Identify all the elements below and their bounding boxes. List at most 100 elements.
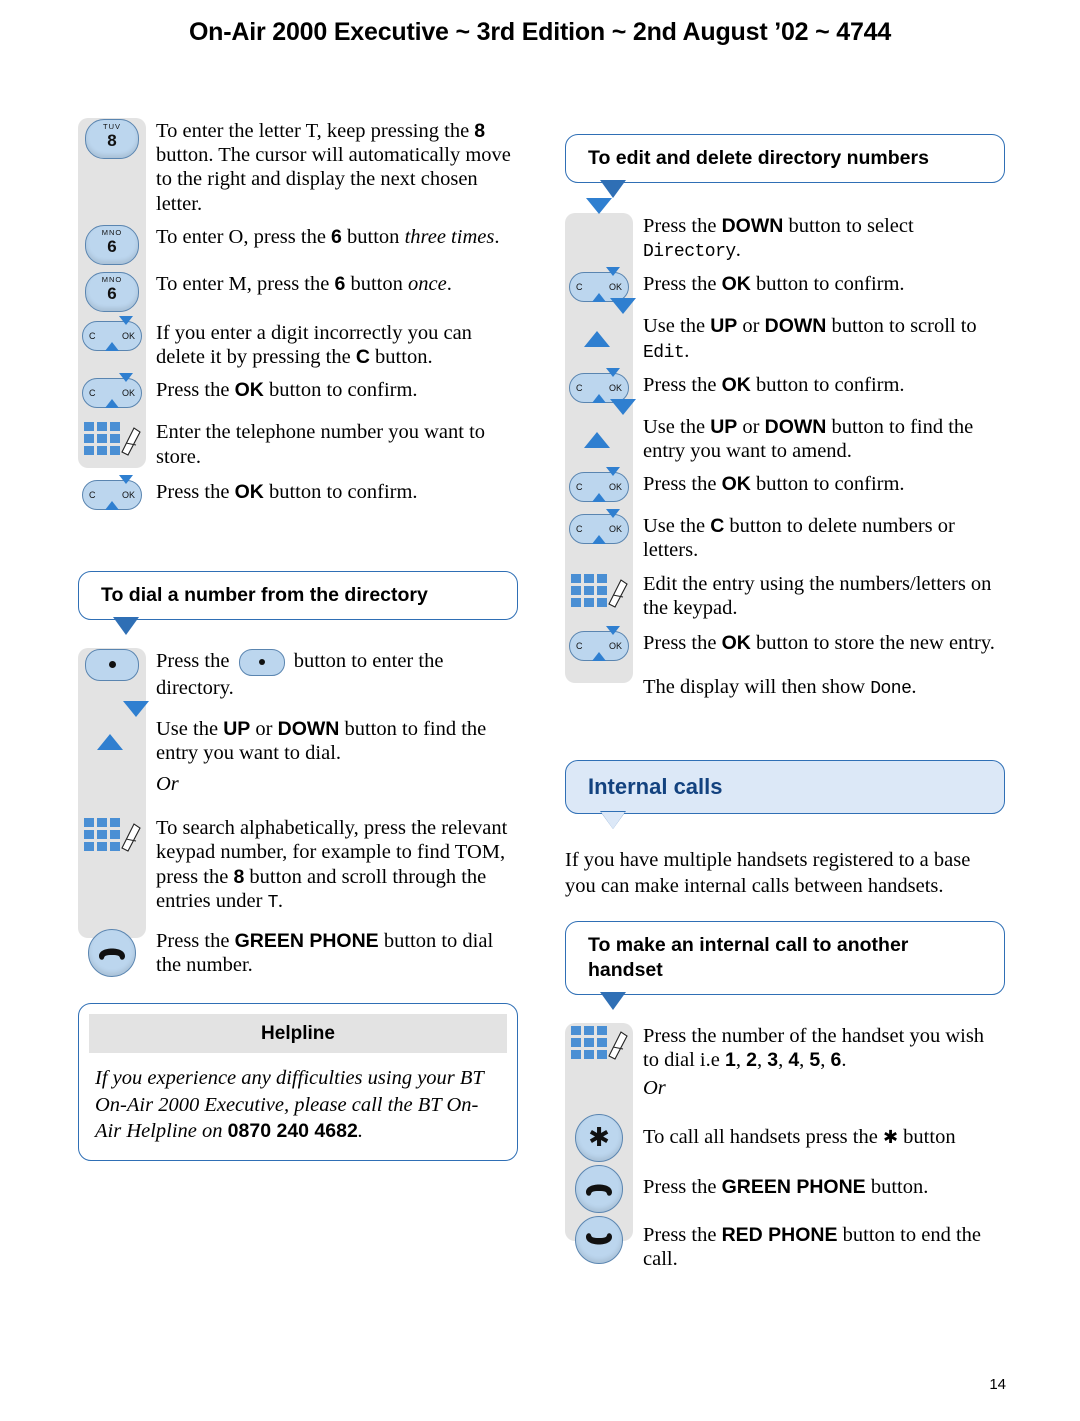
- key-8-number: 8: [107, 131, 117, 150]
- c-ok-key-icon[interactable]: C OK: [82, 316, 142, 351]
- up-down-arrows-icon: [105, 316, 133, 351]
- step-icon: [565, 298, 636, 348]
- banner-tail: [600, 179, 626, 198]
- list-item: Use the UP or DOWN button to scroll to E…: [565, 298, 1005, 363]
- up-down-arrows-icon: [592, 467, 620, 503]
- key-6-icon[interactable]: MNO 6: [85, 225, 139, 265]
- keypad-icon[interactable]: [571, 572, 628, 612]
- list-item: Or: [565, 1075, 1005, 1109]
- list-item: MNO 6 To enter O, press the 6 button thr…: [78, 224, 518, 265]
- c-ok-key-icon[interactable]: C OK: [569, 625, 629, 661]
- key-6-letters: MNO: [101, 275, 123, 284]
- helpline-title: Helpline: [89, 1014, 507, 1054]
- green-phone-button-icon[interactable]: [575, 1164, 623, 1213]
- c-ok-key-icon[interactable]: C OK: [82, 373, 142, 409]
- dial-heading-text: To dial a number from the directory: [78, 570, 518, 620]
- c-label: C: [576, 524, 583, 535]
- list-item: C OK Press the OK button to store the ne…: [565, 625, 1005, 664]
- step-icon: C OK: [565, 625, 633, 661]
- up-down-arrow-icon[interactable]: [584, 298, 636, 348]
- step-text: Press the GREEN PHONE button to dial the…: [156, 930, 494, 977]
- c-label: C: [576, 282, 583, 293]
- store-steps-list: TUV 8 To enter the letter T, keep pressi…: [78, 118, 518, 513]
- step-icon: [78, 928, 146, 978]
- step-text: Edit the entry using the numbers/letters…: [643, 572, 992, 619]
- star-glyph: ✱: [588, 1122, 610, 1153]
- dial-heading-banner: To dial a number from the directory: [78, 570, 518, 635]
- directory-dot-button-icon[interactable]: [85, 648, 139, 681]
- step-text: To enter M, press the 6 button once.: [156, 273, 452, 295]
- phone-handset-icon: [586, 1184, 612, 1196]
- edit-heading-text: To edit and delete directory numbers: [565, 134, 1005, 183]
- list-item: The display will then show Done.: [565, 674, 1005, 708]
- hand-pointer-icon: [608, 578, 628, 608]
- step-icon: [565, 197, 633, 232]
- list-item: Press the GREEN PHONE button to dial the…: [78, 928, 518, 978]
- up-down-arrows-icon: [105, 474, 133, 510]
- step-text: Press the OK button to confirm.: [643, 273, 905, 296]
- c-label: C: [576, 640, 583, 651]
- step-text: Use the C button to delete numbers or le…: [643, 515, 955, 562]
- key-8-letters: TUV: [103, 122, 121, 131]
- internal-calls-heading: Internal calls: [565, 759, 1005, 815]
- step-icon: ✱: [565, 1113, 633, 1162]
- phone-handset-icon: [99, 948, 125, 960]
- step-text: Press the OK button to confirm.: [643, 373, 905, 396]
- step-icon: [565, 674, 633, 675]
- up-down-arrows-icon: [592, 367, 620, 403]
- up-down-arrows-icon: [592, 267, 620, 303]
- internal-calls-banner: Internal calls: [565, 759, 1005, 830]
- down-arrow-icon[interactable]: [586, 197, 612, 232]
- step-icon: [565, 1075, 633, 1076]
- list-item: Enter the telephone number you want to s…: [78, 419, 518, 468]
- step-text: Press the button to enter the directory.: [156, 648, 444, 699]
- key-6-icon[interactable]: MNO 6: [85, 272, 139, 312]
- step-text: The display will then show Done.: [643, 675, 917, 699]
- step-icon: [78, 648, 146, 681]
- step-icon: [565, 1215, 633, 1264]
- phone-handset-down-icon: [586, 1232, 612, 1245]
- helpline-body: If you experience any difficulties using…: [95, 1067, 484, 1142]
- keypad-grid: [571, 573, 607, 607]
- red-phone-button-icon[interactable]: [575, 1215, 623, 1264]
- c-label: C: [89, 388, 96, 399]
- hand-pointer-icon: [608, 1031, 628, 1060]
- step-text: Press the OK button to confirm.: [156, 480, 418, 503]
- list-item: Use the UP or DOWN button to find the en…: [565, 398, 1005, 463]
- step-icon: [565, 398, 636, 448]
- list-item: MNO 6 To enter M, press the 6 button onc…: [78, 271, 518, 312]
- list-item: C OK Press the OK button to confirm.: [78, 474, 518, 513]
- keypad-icon[interactable]: [84, 816, 141, 856]
- list-item: Press the RED PHONE button to end the ca…: [565, 1215, 1005, 1271]
- step-icon: [78, 700, 149, 750]
- internal-call-heading-text: To make an internal call to another hand…: [565, 921, 1005, 996]
- c-label: C: [576, 482, 583, 493]
- helpline-box: Helpline If you experience any difficult…: [78, 1003, 518, 1162]
- key-6-number: 6: [107, 237, 117, 256]
- page-title: On-Air 2000 Executive ~ 3rd Edition ~ 2n…: [188, 18, 892, 46]
- c-ok-key-icon[interactable]: C OK: [569, 467, 629, 503]
- star-button-icon[interactable]: ✱: [575, 1113, 623, 1162]
- c-ok-key-icon[interactable]: C OK: [569, 509, 629, 545]
- step-icon: TUV 8: [78, 118, 146, 159]
- step-text: Press the RED PHONE button to end the ca…: [643, 1223, 981, 1270]
- keypad-icon[interactable]: [84, 420, 141, 460]
- up-down-arrow-icon[interactable]: [584, 398, 636, 448]
- c-ok-key-icon[interactable]: C OK: [82, 474, 142, 510]
- green-phone-button-icon[interactable]: [88, 929, 136, 978]
- up-down-arrow-icon[interactable]: [97, 700, 149, 750]
- internal-call-heading-banner: To make an internal call to another hand…: [565, 921, 1005, 1011]
- keypad-icon[interactable]: [571, 1024, 628, 1064]
- step-icon: [78, 419, 146, 460]
- left-column: TUV 8 To enter the letter T, keep pressi…: [78, 118, 518, 1162]
- step-text: To enter O, press the 6 button three tim…: [156, 226, 500, 248]
- keypad-grid: [84, 818, 120, 852]
- step-icon: C OK: [78, 373, 146, 409]
- hand-pointer-icon: [121, 823, 141, 852]
- step-icon: [565, 1164, 633, 1213]
- step-icon: [78, 815, 146, 856]
- step-icon: [565, 1023, 633, 1064]
- step-text: Or: [643, 1076, 666, 1099]
- key-8-icon[interactable]: TUV 8: [85, 119, 139, 159]
- list-item: To search alphabetically, press the rele…: [78, 815, 518, 914]
